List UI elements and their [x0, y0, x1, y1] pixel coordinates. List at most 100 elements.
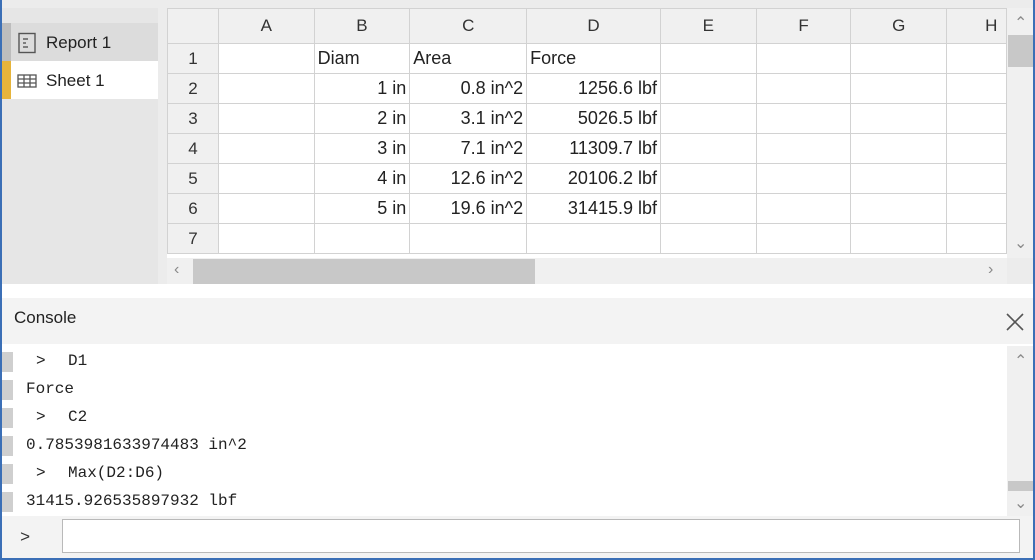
- cell[interactable]: [850, 103, 948, 134]
- cell[interactable]: [313, 223, 411, 254]
- grid-vertical-scroll-thumb[interactable]: [1008, 35, 1033, 67]
- cell[interactable]: [946, 43, 1007, 74]
- spreadsheet-grid: A B C D E F G H 1 Diam Area Force 2 1 in…: [167, 8, 1007, 258]
- cell[interactable]: [755, 133, 852, 164]
- cell[interactable]: [850, 223, 948, 254]
- column-header[interactable]: C: [409, 8, 528, 44]
- sidebar-item-sheet-1[interactable]: Sheet 1: [2, 61, 158, 99]
- scroll-down-arrow-icon[interactable]: ⌄: [1014, 496, 1027, 512]
- cell[interactable]: 0.8 in^2: [409, 73, 528, 104]
- cell[interactable]: [217, 223, 315, 254]
- scroll-up-arrow-icon[interactable]: ⌃: [1014, 354, 1027, 370]
- cell[interactable]: 5026.5 lbf: [526, 103, 661, 134]
- cell[interactable]: [660, 133, 757, 164]
- cell[interactable]: [217, 103, 315, 134]
- cell[interactable]: 31415.9 lbf: [526, 193, 661, 224]
- cell[interactable]: [660, 103, 757, 134]
- corner-cell[interactable]: [167, 8, 219, 44]
- cell[interactable]: [946, 103, 1007, 134]
- cell[interactable]: [850, 133, 948, 164]
- cell[interactable]: [660, 223, 757, 254]
- row-header[interactable]: 4: [167, 133, 219, 164]
- cell[interactable]: [946, 73, 1007, 104]
- column-header-row: A B C D E F G H: [167, 8, 1007, 44]
- scroll-down-arrow-icon[interactable]: ⌄: [1014, 236, 1027, 252]
- cell[interactable]: [217, 73, 315, 104]
- cell[interactable]: [755, 223, 852, 254]
- column-header[interactable]: E: [660, 8, 757, 44]
- console-gutter: [2, 380, 13, 400]
- cell[interactable]: [217, 133, 315, 164]
- cell[interactable]: [217, 193, 315, 224]
- grid-horizontal-scroll-thumb[interactable]: [193, 259, 535, 284]
- cell[interactable]: 1 in: [313, 73, 411, 104]
- table-row: 3 2 in 3.1 in^2 5026.5 lbf: [167, 103, 1007, 134]
- row-header[interactable]: 2: [167, 73, 219, 104]
- cell[interactable]: Force: [526, 43, 661, 74]
- cell[interactable]: [660, 193, 757, 224]
- scroll-left-arrow-icon[interactable]: ‹: [174, 262, 179, 278]
- column-header[interactable]: G: [850, 8, 948, 44]
- row-header[interactable]: 7: [167, 223, 219, 254]
- chevron-right-icon: >: [36, 408, 46, 426]
- cell[interactable]: 12.6 in^2: [409, 163, 528, 194]
- row-header[interactable]: 3: [167, 103, 219, 134]
- cell[interactable]: [526, 223, 661, 254]
- console-scroll-thumb[interactable]: [1008, 481, 1033, 491]
- column-header[interactable]: F: [755, 8, 852, 44]
- cell[interactable]: [946, 133, 1007, 164]
- sidebar-item-report-1[interactable]: Report 1: [2, 23, 158, 61]
- cell[interactable]: [755, 193, 852, 224]
- table-row: 5 4 in 12.6 in^2 20106.2 lbf: [167, 163, 1007, 194]
- cell[interactable]: [660, 163, 757, 194]
- scroll-up-arrow-icon[interactable]: ⌃: [1014, 16, 1027, 32]
- row-header[interactable]: 1: [167, 43, 219, 74]
- chevron-right-icon: >: [36, 464, 46, 482]
- cell[interactable]: [946, 223, 1007, 254]
- sidebar-item-label: Report 1: [46, 33, 112, 52]
- cell[interactable]: Area: [409, 43, 528, 74]
- console-command-line: > C2: [2, 406, 1007, 428]
- cell[interactable]: 7.1 in^2: [409, 133, 528, 164]
- cell[interactable]: 19.6 in^2: [409, 193, 528, 224]
- cell[interactable]: 4 in: [313, 163, 411, 194]
- cell[interactable]: [850, 193, 948, 224]
- cell[interactable]: [850, 43, 948, 74]
- console-command-input[interactable]: [62, 519, 1020, 553]
- cell[interactable]: 5 in: [313, 193, 411, 224]
- column-header[interactable]: H: [946, 8, 1007, 44]
- cell[interactable]: [946, 193, 1007, 224]
- console-gutter: [2, 352, 13, 372]
- cell[interactable]: 11309.7 lbf: [526, 133, 661, 164]
- document-sidebar: Report 1 Sheet 1: [2, 8, 158, 284]
- row-header[interactable]: 5: [167, 163, 219, 194]
- cell[interactable]: [946, 163, 1007, 194]
- cell[interactable]: 20106.2 lbf: [526, 163, 661, 194]
- cell[interactable]: [660, 73, 757, 104]
- cell[interactable]: [755, 163, 852, 194]
- cell[interactable]: 2 in: [313, 103, 411, 134]
- cell[interactable]: [755, 43, 852, 74]
- cell[interactable]: [850, 73, 948, 104]
- cell[interactable]: [850, 163, 948, 194]
- row-header[interactable]: 6: [167, 193, 219, 224]
- cell[interactable]: 1256.6 lbf: [526, 73, 661, 104]
- cell[interactable]: 3 in: [313, 133, 411, 164]
- scroll-right-arrow-icon[interactable]: ›: [988, 262, 993, 278]
- cell[interactable]: [755, 103, 852, 134]
- console-gutter: [2, 436, 13, 456]
- cell[interactable]: [217, 163, 315, 194]
- console-output-line: 31415.926535897932 lbf: [2, 490, 1007, 512]
- cell[interactable]: [755, 73, 852, 104]
- column-header[interactable]: D: [526, 8, 661, 44]
- cell[interactable]: 3.1 in^2: [409, 103, 528, 134]
- cell[interactable]: [409, 223, 528, 254]
- cell[interactable]: Diam: [313, 43, 411, 74]
- column-header[interactable]: A: [217, 8, 315, 44]
- column-header[interactable]: B: [313, 8, 411, 44]
- close-icon[interactable]: [1004, 311, 1026, 333]
- console-output: > D1 Force > C2 0.7853981633974483 in^2 …: [2, 346, 1007, 516]
- cell[interactable]: [660, 43, 757, 74]
- cell[interactable]: [217, 43, 315, 74]
- table-row: 4 3 in 7.1 in^2 11309.7 lbf: [167, 133, 1007, 164]
